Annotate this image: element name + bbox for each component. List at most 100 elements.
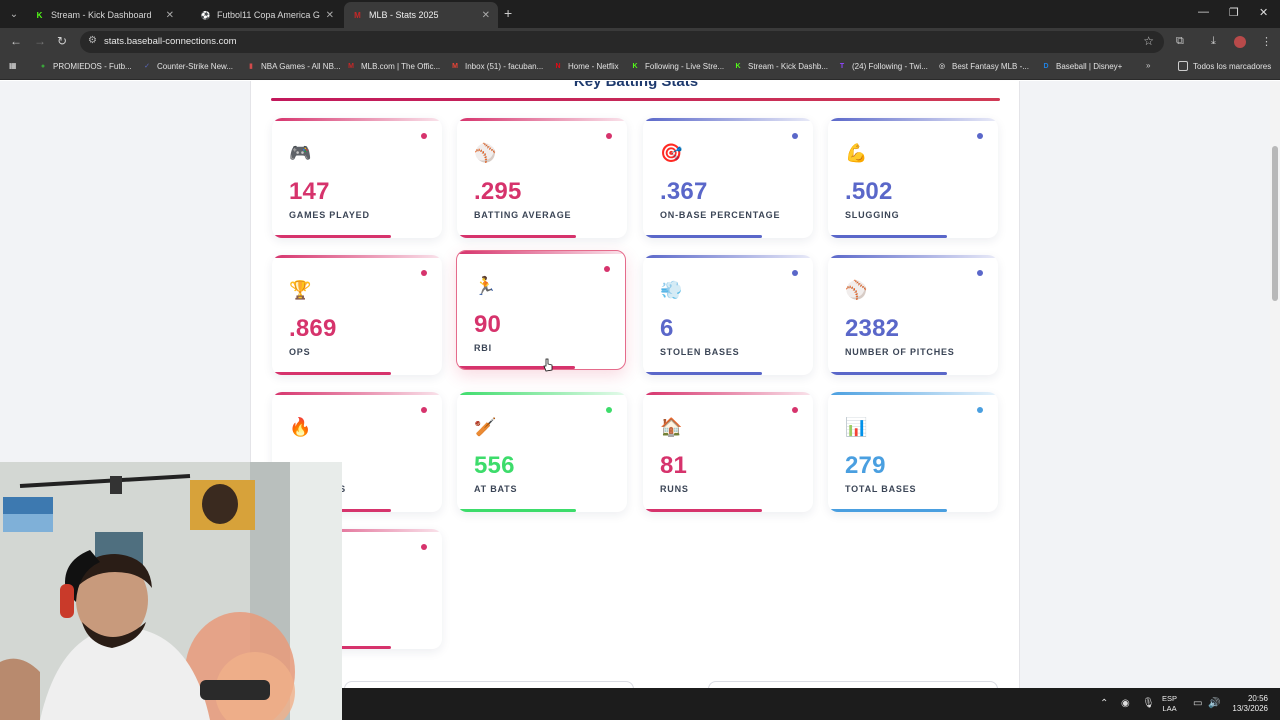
card-bottom-accent xyxy=(643,235,762,238)
bookmark-favicon-icon: ● xyxy=(40,62,46,70)
baseball-icon: ⚾ xyxy=(474,143,497,163)
tab-1[interactable]: K Stream - Kick Dashboard ✕ xyxy=(26,2,182,28)
card-top-accent xyxy=(828,118,998,121)
tray-overflow-icon[interactable]: ⌃ xyxy=(1100,698,1108,709)
tab-title: Futbol11 Copa America Game xyxy=(217,10,320,20)
card-bottom-accent xyxy=(457,509,576,512)
stat-card-rbi[interactable]: 🏃 90 RBI xyxy=(456,250,626,370)
stat-card-number-of-pitches[interactable]: ⚾ 2382 NUMBER OF PITCHES xyxy=(828,255,998,375)
bookmark-favicon-icon: M xyxy=(348,62,354,70)
card-status-dot xyxy=(421,270,427,276)
more-bookmarks-icon[interactable]: » xyxy=(1146,61,1150,70)
bookmark-3[interactable]: ▮ NBA Games - All NB... xyxy=(246,61,341,71)
bookmark-5[interactable]: M Inbox (51) - facuban... xyxy=(450,61,543,71)
stat-card-batting-average[interactable]: ⚾ .295 BATTING AVERAGE xyxy=(457,118,627,238)
bookmark-11[interactable]: D Baseball | Disney+ xyxy=(1041,61,1122,71)
page-scrollbar[interactable] xyxy=(1270,81,1280,688)
back-icon[interactable]: ← xyxy=(10,34,22,48)
microphone-icon[interactable]: 🎙 xyxy=(1142,698,1155,709)
display-icon[interactable]: ▭ xyxy=(1193,698,1202,709)
stat-value: .367 xyxy=(660,178,708,205)
bookmark-star-icon[interactable]: ☆ xyxy=(1143,34,1154,48)
bookmark-label: Counter-Strike New... xyxy=(157,61,234,71)
all-bookmarks-folder[interactable]: Todos los marcadores xyxy=(1178,61,1271,71)
bookmark-9[interactable]: T (24) Following - Twi... xyxy=(837,61,928,71)
scrollbar-thumb[interactable] xyxy=(1272,146,1278,301)
hand-cursor-icon xyxy=(543,358,553,372)
bookmark-6[interactable]: N Home - Netflix xyxy=(553,61,619,71)
close-window-icon[interactable]: ✕ xyxy=(1259,6,1268,19)
card-bottom-accent xyxy=(828,509,947,512)
restore-icon[interactable]: ❐ xyxy=(1229,6,1239,19)
tab-title: MLB - Stats 2025 xyxy=(369,10,439,20)
section-title: Key Batting Stats xyxy=(573,81,699,90)
stat-label: OPS xyxy=(289,347,311,357)
card-status-dot xyxy=(977,270,983,276)
target-icon: 🎯 xyxy=(660,143,683,163)
bookmark-1[interactable]: ● PROMIEDOS - Futb... xyxy=(38,61,132,71)
stat-card-at-bats[interactable]: 🏏 556 AT BATS xyxy=(457,392,627,512)
network-status-icon[interactable]: ◉ xyxy=(1121,698,1130,709)
bookmark-2[interactable]: ✓ Counter-Strike New... xyxy=(142,61,233,71)
stat-card-stolen-bases[interactable]: 💨 6 STOLEN BASES xyxy=(643,255,813,375)
url-text: stats.baseball-connections.com xyxy=(104,36,237,47)
card-status-dot xyxy=(977,407,983,413)
stat-label: GAMES PLAYED xyxy=(289,210,370,220)
extensions-icon[interactable]: ⧉ xyxy=(1176,35,1184,48)
card-bottom-accent xyxy=(828,235,947,238)
forward-icon[interactable]: → xyxy=(34,34,46,48)
card-top-accent xyxy=(457,392,627,395)
bookmark-7[interactable]: K Following - Live Stre... xyxy=(630,61,724,71)
tab-favicon-icon: ⚽ xyxy=(200,10,211,20)
tab-2[interactable]: ⚽ Futbol11 Copa America Game ✕ xyxy=(192,2,342,28)
bookmark-8[interactable]: K Stream - Kick Dashb... xyxy=(733,61,828,71)
tab-3[interactable]: M MLB - Stats 2025 ✕ xyxy=(344,2,498,28)
address-bar[interactable]: ⚙ stats.baseball-connections.com ☆ xyxy=(80,31,1164,53)
profile-avatar[interactable] xyxy=(1234,36,1246,48)
card-status-dot xyxy=(792,133,798,139)
card-status-dot xyxy=(604,266,610,272)
bookmark-10[interactable]: ◎ Best Fantasy MLB -... xyxy=(937,61,1029,71)
stat-card-ops[interactable]: 🏆 .869 OPS xyxy=(272,255,442,375)
stat-value: .502 xyxy=(845,178,893,205)
tab-favicon-icon: M xyxy=(354,10,361,20)
minimize-icon[interactable]: — xyxy=(1198,6,1209,18)
tab-close-icon[interactable]: ✕ xyxy=(326,10,334,21)
bookmark-label: Baseball | Disney+ xyxy=(1056,61,1123,71)
stat-value: .295 xyxy=(474,178,522,205)
card-top-accent xyxy=(643,392,813,395)
stat-label: ON-BASE PERCENTAGE xyxy=(660,210,781,220)
tab-close-icon[interactable]: ✕ xyxy=(482,10,490,21)
stat-card-total-bases[interactable]: 📊 279 TOTAL BASES xyxy=(828,392,998,512)
menu-icon[interactable]: ⋮ xyxy=(1261,35,1272,48)
card-bottom-accent xyxy=(457,366,575,369)
reload-icon[interactable]: ↻ xyxy=(57,34,67,48)
fire-icon: 🔥 xyxy=(289,417,312,437)
card-status-dot xyxy=(977,133,983,139)
card-bottom-accent xyxy=(272,235,391,238)
stat-card-games-played[interactable]: 🎮 147 GAMES PLAYED xyxy=(272,118,442,238)
download-icon[interactable]: ⤓ xyxy=(1211,35,1216,48)
stat-card-on-base-percentage[interactable]: 🎯 .367 ON-BASE PERCENTAGE xyxy=(643,118,813,238)
system-clock[interactable]: 20:56 13/3/2026 xyxy=(1222,694,1268,714)
language-indicator[interactable]: ESP LAA xyxy=(1162,694,1177,714)
language-code: ESP xyxy=(1162,694,1178,703)
bookmark-4[interactable]: M MLB.com | The Offic... xyxy=(346,61,440,71)
stat-value: 279 xyxy=(845,452,886,479)
stat-card-runs[interactable]: 🏠 81 RUNS xyxy=(643,392,813,512)
tab-search-icon[interactable]: ⌄ xyxy=(4,4,24,24)
card-top-accent xyxy=(457,118,627,121)
new-tab-button[interactable]: + xyxy=(504,5,512,21)
stat-card-slugging[interactable]: 💪 .502 SLUGGING xyxy=(828,118,998,238)
bookmark-label: (24) Following - Twi... xyxy=(852,61,928,71)
stat-label: RBI xyxy=(474,343,492,353)
tab-close-icon[interactable]: ✕ xyxy=(166,10,174,21)
stat-value: 81 xyxy=(660,452,688,479)
apps-icon[interactable]: ▦ xyxy=(9,61,17,70)
volume-icon[interactable]: 🔊 xyxy=(1208,698,1220,709)
bookmark-label: Home - Netflix xyxy=(568,61,619,71)
stat-value: 556 xyxy=(474,452,515,479)
card-status-dot xyxy=(606,407,612,413)
site-info-icon[interactable]: ⚙ xyxy=(88,35,97,46)
bookmark-label: NBA Games - All NB... xyxy=(261,61,341,71)
